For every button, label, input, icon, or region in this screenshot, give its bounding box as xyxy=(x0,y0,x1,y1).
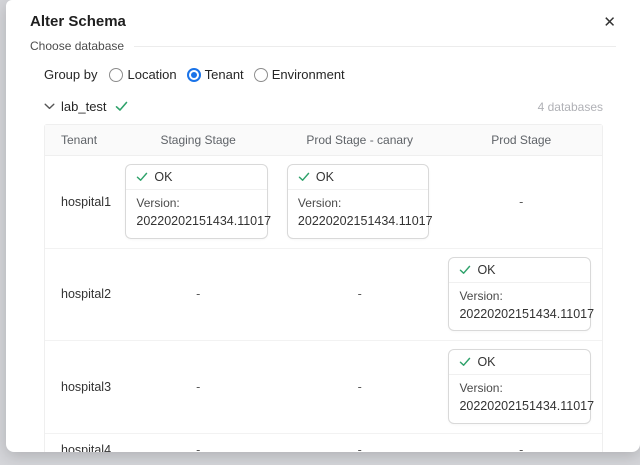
table-row: hospital4 - - - xyxy=(45,434,602,452)
group-by-row: Group by Location Tenant Environment xyxy=(44,67,603,82)
version-label: Version: xyxy=(459,288,580,305)
radio-checked-icon xyxy=(187,68,201,82)
version-label: Version: xyxy=(136,195,257,212)
close-icon[interactable]: ✕ xyxy=(601,13,618,32)
modal-subtitle: Choose database xyxy=(30,39,124,53)
status-label: OK xyxy=(316,170,334,184)
radio-tenant[interactable]: Tenant xyxy=(187,67,244,82)
table-row: hospital1 OK Version: 20220202151434.110… xyxy=(45,156,602,249)
check-icon xyxy=(136,172,148,182)
version-value: 20220202151434.11017 xyxy=(298,212,419,230)
radio-unchecked-icon xyxy=(254,68,268,82)
column-header-tenant: Tenant xyxy=(45,125,117,156)
database-group-name: lab_test xyxy=(61,99,107,114)
status-card[interactable]: OK Version: 20220202151434.11017 xyxy=(287,164,430,239)
column-header-prod-canary: Prod Stage - canary xyxy=(279,125,441,156)
empty-cell: - xyxy=(196,380,200,394)
status-label: OK xyxy=(477,263,495,277)
version-value: 20220202151434.11017 xyxy=(459,305,580,323)
radio-location-label: Location xyxy=(127,67,176,82)
table-row: hospital2 - - OK Version: 20220202151434… xyxy=(45,249,602,342)
radio-environment[interactable]: Environment xyxy=(254,67,345,82)
column-header-staging: Staging Stage xyxy=(117,125,279,156)
version-label: Version: xyxy=(459,380,580,397)
version-value: 20220202151434.11017 xyxy=(136,212,257,230)
page-title: Alter Schema xyxy=(30,13,126,30)
empty-cell: - xyxy=(519,195,523,209)
radio-environment-label: Environment xyxy=(272,67,345,82)
tenant-name: hospital2 xyxy=(45,249,117,342)
column-header-prod: Prod Stage xyxy=(440,125,602,156)
modal-header: Alter Schema ✕ Choose database xyxy=(6,0,640,53)
check-icon xyxy=(459,357,471,367)
empty-cell: - xyxy=(196,443,200,452)
modal-body: Group by Location Tenant Environment lab… xyxy=(6,53,640,452)
table-header-row: Tenant Staging Stage Prod Stage - canary… xyxy=(45,125,602,156)
tenant-name: hospital1 xyxy=(45,156,117,249)
group-by-label: Group by xyxy=(44,67,97,82)
status-label: OK xyxy=(477,355,495,369)
database-count: 4 databases xyxy=(538,100,603,114)
chevron-down-icon[interactable] xyxy=(44,103,55,110)
empty-cell: - xyxy=(358,443,362,452)
database-group-header: lab_test 4 databases xyxy=(44,99,603,114)
check-icon xyxy=(298,172,310,182)
tenant-stage-table: Tenant Staging Stage Prod Stage - canary… xyxy=(44,124,603,452)
version-value: 20220202151434.11017 xyxy=(459,397,580,415)
tenant-name: hospital3 xyxy=(45,341,117,434)
radio-location[interactable]: Location xyxy=(109,67,176,82)
tenant-name: hospital4 xyxy=(45,434,117,452)
check-icon xyxy=(115,101,128,112)
status-label: OK xyxy=(154,170,172,184)
status-card[interactable]: OK Version: 20220202151434.11017 xyxy=(125,164,268,239)
status-card[interactable]: OK Version: 20220202151434.11017 xyxy=(448,257,591,332)
empty-cell: - xyxy=(196,287,200,301)
empty-cell: - xyxy=(358,287,362,301)
radio-tenant-label: Tenant xyxy=(205,67,244,82)
subtitle-divider xyxy=(134,46,616,47)
alter-schema-modal: Alter Schema ✕ Choose database Group by … xyxy=(6,0,640,452)
radio-unchecked-icon xyxy=(109,68,123,82)
table-row: hospital3 - - OK Version: 20220202151434… xyxy=(45,341,602,434)
status-card[interactable]: OK Version: 20220202151434.11017 xyxy=(448,349,591,424)
check-icon xyxy=(459,265,471,275)
empty-cell: - xyxy=(519,443,523,452)
version-label: Version: xyxy=(298,195,419,212)
empty-cell: - xyxy=(358,380,362,394)
